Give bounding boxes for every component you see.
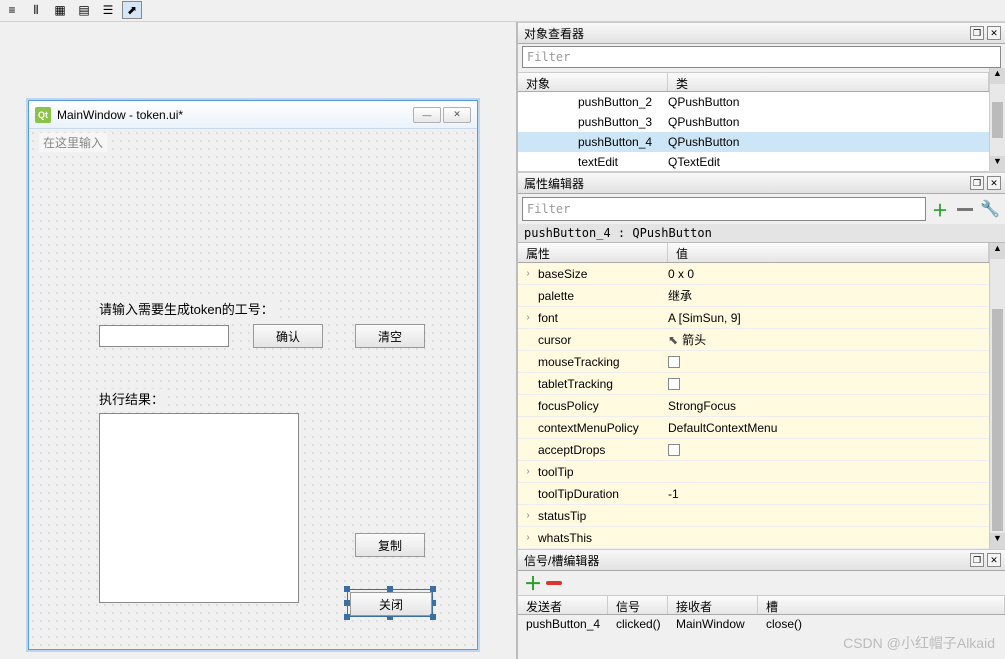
close-icon[interactable]: ✕ [443, 107, 471, 123]
clear-button[interactable]: 清空 [355, 324, 425, 348]
inspector-title-bar[interactable]: 对象查看器 ❐✕ [518, 22, 1005, 44]
confirm-button[interactable]: 确认 [253, 324, 323, 348]
type-here-label: 在这里输入 [39, 133, 107, 152]
layout-v-icon[interactable]: ⦀ [26, 1, 46, 19]
inspector-scrollbar[interactable]: ▲ ▼ [989, 68, 1005, 172]
add-prop-icon[interactable]: ＋ [929, 198, 951, 220]
copy-button[interactable]: 复制 [355, 533, 425, 557]
prop-row[interactable]: palette继承 [518, 285, 989, 307]
main-toolbar: ≡ ⦀ ▦ ▤ ☰ ⬈ [0, 0, 1005, 22]
scroll-up-icon[interactable]: ▲ [990, 68, 1005, 84]
dock-icon[interactable]: ❐ [970, 26, 984, 40]
prop-filter-input[interactable]: Filter [522, 197, 926, 221]
prop-body[interactable]: ›baseSize0 x 0palette继承›fontA [SimSun, 9… [518, 263, 989, 549]
add-connection-icon[interactable]: ＋ [524, 570, 542, 596]
prop-row[interactable]: ›statusTip [518, 505, 989, 527]
prop-header: 属性 值 [518, 243, 989, 263]
remove-connection-icon[interactable] [546, 581, 562, 585]
prop-title-bar[interactable]: 属性编辑器 ❐✕ [518, 172, 1005, 194]
sig-body[interactable]: pushButton_4clicked()MainWindowclose() [518, 615, 1005, 635]
sig-title: 信号/槽编辑器 [524, 552, 599, 569]
result-textarea[interactable] [99, 413, 299, 603]
rows-icon[interactable]: ☰ [98, 1, 118, 19]
prop-row[interactable]: cursor⬉ 箭头 [518, 329, 989, 351]
prop-scrollbar[interactable]: ▲ ▼ [989, 243, 1005, 549]
sig-toolbar: ＋ [518, 571, 1005, 595]
prop-title: 属性编辑器 [524, 175, 584, 192]
prop-row[interactable]: contextMenuPolicyDefaultContextMenu [518, 417, 989, 439]
prop-row[interactable]: ›baseSize0 x 0 [518, 263, 989, 285]
col-signal[interactable]: 信号 [608, 596, 668, 614]
designer-canvas: Qt MainWindow - token.ui* — ✕ 在这里输入 请输入需… [0, 22, 514, 659]
prop-row[interactable]: focusPolicyStrongFocus [518, 395, 989, 417]
prop-toolbar: Filter ＋ 🔧 [522, 196, 1001, 222]
inspector-filter-input[interactable]: Filter [522, 46, 1001, 68]
col-object[interactable]: 对象 [518, 73, 668, 91]
prop-row[interactable]: ›whatsThis [518, 527, 989, 549]
close-panel-icon[interactable]: ✕ [987, 553, 1001, 567]
col-prop-value[interactable]: 值 [668, 243, 989, 262]
employee-id-input[interactable] [99, 325, 229, 347]
inspector-row[interactable]: pushButton_3QPushButton [518, 112, 989, 132]
minimize-icon[interactable]: — [413, 107, 441, 123]
col-class[interactable]: 类 [668, 73, 989, 91]
close-panel-icon[interactable]: ✕ [987, 176, 1001, 190]
close-panel-icon[interactable]: ✕ [987, 26, 1001, 40]
inspector-row[interactable]: pushButton_4QPushButton [518, 132, 989, 152]
preview-window: Qt MainWindow - token.ui* — ✕ 在这里输入 请输入需… [28, 100, 478, 650]
checkbox-icon[interactable] [668, 444, 680, 456]
layout-h-icon[interactable]: ≡ [2, 1, 22, 19]
prop-row[interactable]: acceptDrops [518, 439, 989, 461]
qt-logo-icon: Qt [35, 107, 51, 123]
col-receiver[interactable]: 接收者 [668, 596, 758, 614]
dock-icon[interactable]: ❐ [970, 553, 984, 567]
checkbox-icon[interactable] [668, 356, 680, 368]
close-app-button[interactable]: 关闭 [350, 592, 432, 616]
inspector-row[interactable]: pushButton_2QPushButton [518, 92, 989, 112]
dock-icon[interactable]: ❐ [970, 176, 984, 190]
inspector-row[interactable]: textEditQTextEdit [518, 152, 989, 172]
input-label: 请输入需要生成token的工号： [99, 299, 274, 318]
right-pane: 对象查看器 ❐✕ Filter 对象 类 pushButton_2QPushBu… [516, 22, 1005, 659]
prop-context-label: pushButton_4 : QPushButton [518, 224, 1005, 243]
preview-body: 在这里输入 请输入需要生成token的工号： 确认 清空 执行结果： 复制 关闭 [29, 129, 477, 649]
scroll-up-icon[interactable]: ▲ [990, 243, 1005, 259]
prop-row[interactable]: tabletTracking [518, 373, 989, 395]
col-sender[interactable]: 发送者 [518, 596, 608, 614]
inspector-header: 对象 类 [518, 72, 989, 92]
sig-header: 发送者 信号 接收者 槽 [518, 595, 1005, 615]
prop-row[interactable]: mouseTracking [518, 351, 989, 373]
cursor-arrow-icon: ⬉ [668, 333, 678, 347]
inspector-body[interactable]: pushButton_2QPushButtonpushButton_3QPush… [518, 92, 989, 172]
scroll-down-icon[interactable]: ▼ [990, 533, 1005, 549]
preview-titlebar[interactable]: Qt MainWindow - token.ui* — ✕ [29, 101, 477, 129]
window-title: MainWindow - token.ui* [57, 108, 183, 122]
scroll-down-icon[interactable]: ▼ [990, 156, 1005, 172]
sig-row[interactable]: pushButton_4clicked()MainWindowclose() [518, 615, 1005, 635]
result-label: 执行结果： [99, 389, 164, 408]
sig-title-bar[interactable]: 信号/槽编辑器 ❐✕ [518, 549, 1005, 571]
selection-handles[interactable]: 关闭 [347, 589, 433, 617]
col-slot[interactable]: 槽 [758, 596, 1005, 614]
wrench-icon[interactable]: 🔧 [979, 198, 1001, 220]
col-prop-name[interactable]: 属性 [518, 243, 668, 262]
grid-icon[interactable]: ▦ [50, 1, 70, 19]
prop-row[interactable]: ›toolTip [518, 461, 989, 483]
prop-row[interactable]: ›fontA [SimSun, 9] [518, 307, 989, 329]
inspector-title: 对象查看器 [524, 25, 584, 42]
prop-row[interactable]: toolTipDuration-1 [518, 483, 989, 505]
grid2-icon[interactable]: ▤ [74, 1, 94, 19]
remove-prop-icon[interactable] [954, 198, 976, 220]
pointer-icon[interactable]: ⬈ [122, 1, 142, 19]
watermark: CSDN @小红帽子Alkaid [843, 633, 995, 653]
checkbox-icon[interactable] [668, 378, 680, 390]
